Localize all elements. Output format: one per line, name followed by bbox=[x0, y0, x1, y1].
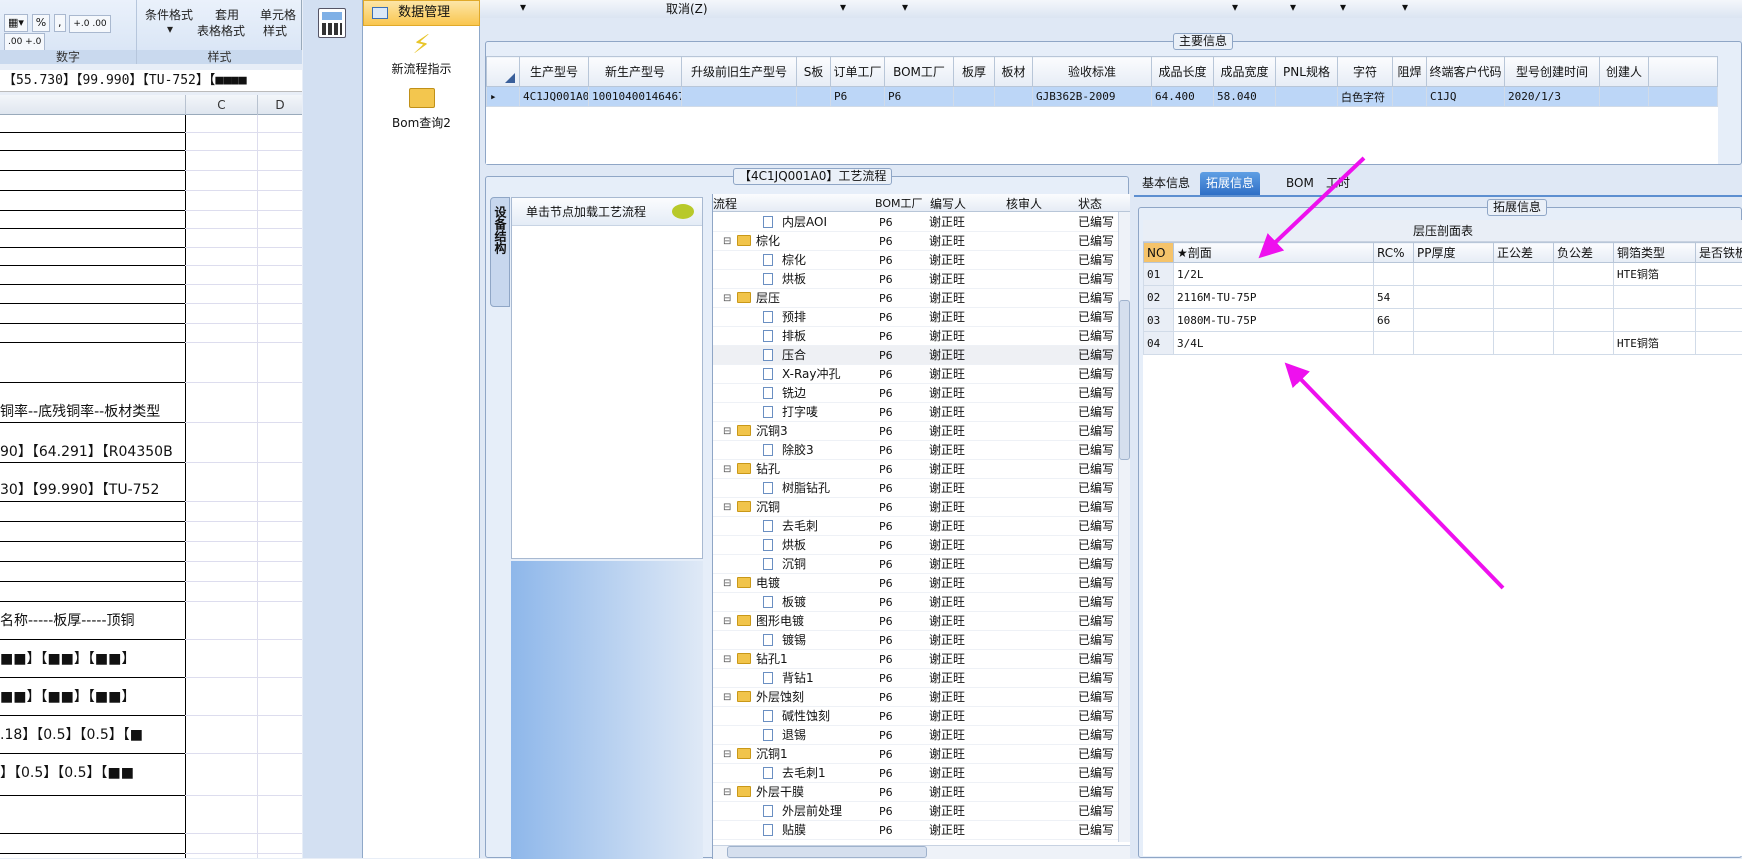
annotation-arrow bbox=[1288, 366, 1503, 588]
annotation-arrow bbox=[1262, 158, 1364, 255]
annotation-overlay bbox=[0, 0, 1742, 858]
